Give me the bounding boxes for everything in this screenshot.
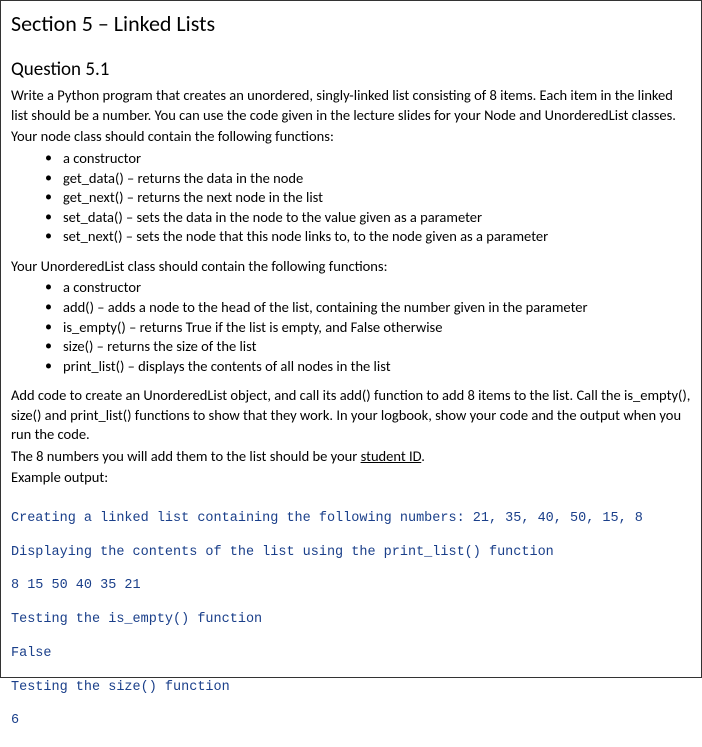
- list-item: set_next() – sets the node that this nod…: [45, 227, 691, 247]
- output-line: Displaying the contents of the list usin…: [11, 545, 691, 562]
- student-id-note: The 8 numbers you will add them to the l…: [11, 447, 691, 467]
- student-id-pre: The 8 numbers you will add them to the l…: [11, 447, 361, 465]
- section-title: Section 5 – Linked Lists: [11, 9, 691, 39]
- list-item: size() – returns the size of the list: [45, 337, 691, 357]
- node-functions-list: a constructor get_data() – returns the d…: [11, 149, 691, 247]
- unorderedlist-intro: Your UnorderedList class should contain …: [11, 257, 691, 277]
- output-line: Creating a linked list containing the fo…: [11, 511, 691, 528]
- list-item: a constructor: [45, 149, 691, 169]
- student-id-post: .: [421, 447, 425, 465]
- node-class-intro: Your node class should contain the follo…: [11, 127, 691, 147]
- example-output-block: Creating a linked list containing the fo…: [11, 494, 691, 747]
- question-title: Question 5.1: [11, 57, 691, 83]
- output-line: False: [11, 646, 691, 663]
- list-item: get_data() – returns the data in the nod…: [45, 169, 691, 189]
- list-item: add() – adds a node to the head of the l…: [45, 298, 691, 318]
- unorderedlist-functions-list: a constructor add() – adds a node to the…: [11, 278, 691, 376]
- instructions-paragraph: Add code to create an UnorderedList obje…: [11, 386, 691, 445]
- list-item: get_next() – returns the next node in th…: [45, 188, 691, 208]
- list-item: is_empty() – returns True if the list is…: [45, 318, 691, 338]
- list-item: set_data() – sets the data in the node t…: [45, 208, 691, 228]
- intro-paragraph: Write a Python program that creates an u…: [11, 86, 691, 125]
- student-id-link: student ID: [361, 447, 422, 465]
- output-line: Testing the is_empty() function: [11, 612, 691, 629]
- list-item: print_list() – displays the contents of …: [45, 357, 691, 377]
- output-line: 8 15 50 40 35 21: [11, 578, 691, 595]
- example-output-label: Example output:: [11, 468, 691, 488]
- list-item: a constructor: [45, 278, 691, 298]
- output-line: Testing the size() function: [11, 680, 691, 697]
- output-line: 6: [11, 713, 691, 730]
